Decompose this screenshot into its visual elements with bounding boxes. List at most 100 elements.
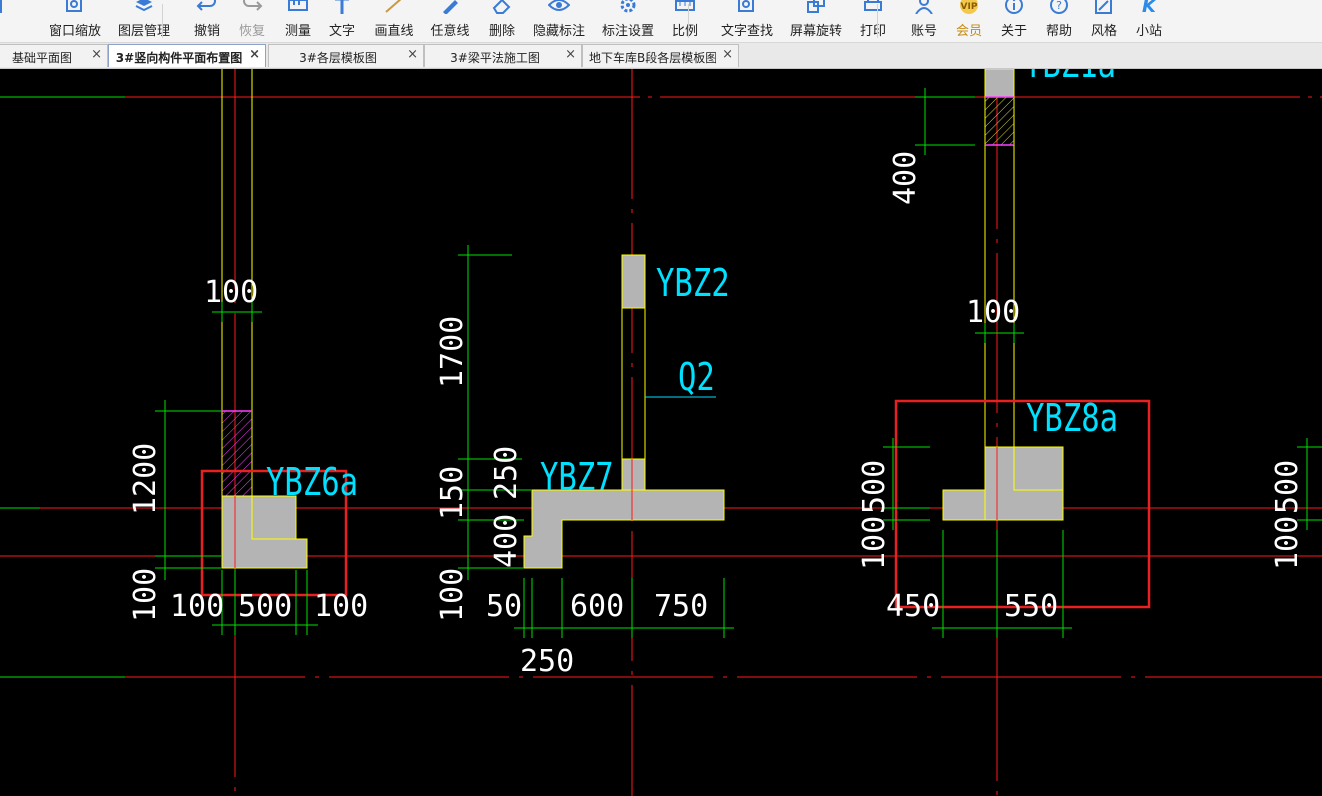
printer-icon: [851, 0, 895, 14]
tab-close-icon[interactable]: ×: [722, 47, 733, 62]
undo-icon: [185, 0, 229, 14]
toolbar-button-k-logo[interactable]: K 小站: [1127, 0, 1171, 42]
style-icon: [1082, 0, 1126, 14]
toolbar-button-pen[interactable]: 任意线: [428, 0, 472, 42]
toolbar-button-search-text[interactable]: 文字查找: [721, 0, 773, 42]
search-text-icon: [725, 0, 769, 14]
toolbar-button-label: 图层管理: [117, 24, 170, 39]
toolbar-button-map[interactable]: 图: [0, 0, 16, 42]
toolbar-button-label: 文字查找: [720, 24, 773, 39]
vip-icon: VIP: [947, 0, 991, 14]
tab-close-icon[interactable]: ×: [249, 47, 260, 62]
dim-right-400: 400: [888, 151, 923, 205]
dim-mid-250: 250: [489, 446, 524, 500]
tab-title: 3#梁平法施工图: [450, 51, 540, 65]
rotate-icon: [794, 0, 838, 14]
text-icon: [320, 0, 364, 14]
dim-left-row-100a: 100: [170, 589, 224, 624]
toolbar-button-line[interactable]: 画直线: [372, 0, 416, 42]
toolbar-button-label: 屏幕旋转: [789, 24, 842, 39]
column-ybz2[interactable]: [621, 254, 646, 459]
dim-left-bottom-100: 100: [128, 568, 163, 622]
dim-mid-400: 400: [489, 514, 524, 568]
toolbar-button-scale[interactable]: 比例: [663, 0, 707, 42]
toolbar-button-label: 窗口缩放: [48, 24, 101, 39]
scale-icon: [663, 0, 707, 14]
dim-right-wall-100: 100: [966, 295, 1020, 330]
svg-text:VIP: VIP: [961, 2, 978, 12]
tab-title: 3#各层模板图: [299, 51, 377, 65]
cad-drawing[interactable]: YBZ6a YBZ7 YBZ2 Q2 YBZ8a YBZ1a 100 1200 …: [0, 69, 1322, 796]
toolbar-button-eye[interactable]: 隐藏标注: [533, 0, 585, 42]
tab-close-icon[interactable]: ×: [91, 47, 102, 62]
document-tab-bar: 基础平面图 × 3#竖向构件平面布置图 × 3#各层模板图 × 3#梁平法施工图 × 地下车库B…: [0, 43, 1322, 69]
label-ybz7[interactable]: YBZ7: [540, 456, 614, 500]
label-ybz8a[interactable]: YBZ8a: [1026, 397, 1118, 441]
svg-text:?: ?: [1056, 0, 1062, 12]
document-tab[interactable]: 地下车库B段各层模板图 ×: [582, 44, 739, 67]
tab-close-icon[interactable]: ×: [565, 47, 576, 62]
toolbar-separator: [688, 4, 689, 38]
toolbar-button-label: 小站: [1135, 24, 1162, 39]
toolbar-button-rotate[interactable]: 屏幕旋转: [790, 0, 842, 42]
toolbar-button-label: 标注设置: [601, 24, 654, 39]
dim-left-wall-100: 100: [204, 275, 258, 310]
toolbar-button-zoom-window[interactable]: 窗口缩放: [49, 0, 101, 42]
label-q2[interactable]: Q2: [678, 356, 715, 400]
dim-right-500: 500: [857, 460, 892, 514]
tab-title: 3#竖向构件平面布置图: [115, 51, 243, 65]
dim-left-row-500: 500: [238, 589, 292, 624]
ruler-icon: [276, 0, 320, 14]
eraser-icon: [480, 0, 524, 14]
dim-left-1200: 1200: [128, 443, 163, 515]
dim-mid-row-750: 750: [654, 589, 708, 624]
toolbar-separator: [162, 4, 163, 38]
label-ybz1a-partial[interactable]: YBZ1a: [1024, 69, 1116, 87]
dim-mid-150: 150: [435, 466, 470, 520]
user-icon: [902, 0, 946, 14]
tab-close-icon[interactable]: ×: [407, 47, 418, 62]
axis-lines: [0, 69, 1322, 796]
eye-icon: [537, 0, 581, 14]
layers-icon: [122, 0, 166, 14]
redo-icon: [230, 0, 274, 14]
dim-far-100: 100: [1270, 516, 1305, 570]
toolbar-button-label: 删除: [488, 24, 515, 39]
document-tab[interactable]: 3#竖向构件平面布置图 ×: [108, 44, 266, 67]
dim-mid-left-100: 100: [435, 568, 470, 622]
toolbar-button-gear[interactable]: 标注设置: [602, 0, 654, 42]
dim-mid-1700: 1700: [435, 316, 470, 388]
line-icon: [372, 0, 416, 14]
label-ybz2[interactable]: YBZ2: [656, 262, 730, 306]
document-tab[interactable]: 基础平面图 ×: [0, 44, 108, 67]
label-ybz6a[interactable]: YBZ6a: [266, 461, 358, 505]
dim-right-row-450: 450: [886, 589, 940, 624]
help-icon: ?: [1037, 0, 1081, 14]
dim-left-row-100b: 100: [314, 589, 368, 624]
info-icon: [992, 0, 1036, 14]
svg-text:K: K: [1142, 0, 1158, 14]
toolbar-button-label: 隐藏标注: [532, 24, 585, 39]
toolbar-button-label: 画直线: [374, 24, 414, 39]
toolbar-button-layers[interactable]: 图层管理: [118, 0, 170, 42]
toolbar-button-eraser[interactable]: 删除: [480, 0, 524, 42]
toolbar-separator: [877, 4, 878, 38]
tab-title: 基础平面图: [11, 51, 72, 65]
tab-title: 地下车库B段各层模板图: [589, 51, 716, 65]
toolbar-button-printer[interactable]: 打印: [851, 0, 895, 42]
toolbar-button-label: 比例: [671, 24, 698, 39]
edge-reference-lines: [0, 96, 125, 678]
dim-right-row-550: 550: [1004, 589, 1058, 624]
toolbar: 图窗口缩放图层管理撤销恢复测量文字画直线任意线删除隐藏标注标注设置比例文字查找屏…: [0, 0, 1322, 43]
pen-icon: [428, 0, 472, 14]
zoom-window-icon: [53, 0, 97, 14]
document-tab[interactable]: 3#梁平法施工图 ×: [424, 44, 582, 67]
k-logo-icon: K: [1127, 0, 1171, 14]
gear-icon: [606, 0, 650, 14]
dim-mid-250-bottom: 250: [520, 644, 574, 679]
toolbar-button-text[interactable]: 文字: [320, 0, 364, 42]
dim-mid-row-50: 50: [486, 589, 522, 624]
cad-drawing-canvas[interactable]: YBZ6a YBZ7 YBZ2 Q2 YBZ8a YBZ1a 100 1200 …: [0, 69, 1322, 796]
dimension-texts: 100 1200 100 100 500 100 1700 250 150 40…: [128, 151, 1305, 679]
document-tab[interactable]: 3#各层模板图 ×: [268, 44, 424, 67]
